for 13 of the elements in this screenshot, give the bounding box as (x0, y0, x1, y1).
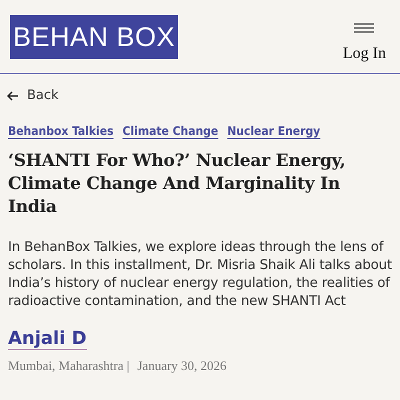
article-title: ‘SHANTI For Who?’ Nuclear Energy, Climate Change And Marginality In India (8, 150, 346, 219)
category-tag[interactable]: Climate Change (122, 124, 218, 138)
login-link[interactable]: Log In (342, 45, 386, 63)
menu-icon[interactable] (354, 23, 374, 33)
site-logo[interactable]: BEHAN BOX (10, 15, 178, 59)
category-tag[interactable]: Behanbox Talkies (8, 124, 114, 138)
location-text: Mumbai, Maharashtra | (8, 358, 130, 374)
category-tag[interactable]: Nuclear Energy (227, 124, 320, 138)
author-link[interactable]: Anjali D (8, 328, 87, 350)
back-link[interactable]: Back (7, 88, 59, 103)
back-arrow-icon (7, 90, 19, 100)
article-summary: In BehanBox Talkies, we explore ideas through the lens of scholars. In this installment, Dr. Misria Shaik Ali talks about India’s history of nuclear energy regulation, the realities of radioactive contamination, and the new SHANTI Act (8, 239, 392, 311)
date-text: January 30, 2026 (137, 358, 227, 374)
